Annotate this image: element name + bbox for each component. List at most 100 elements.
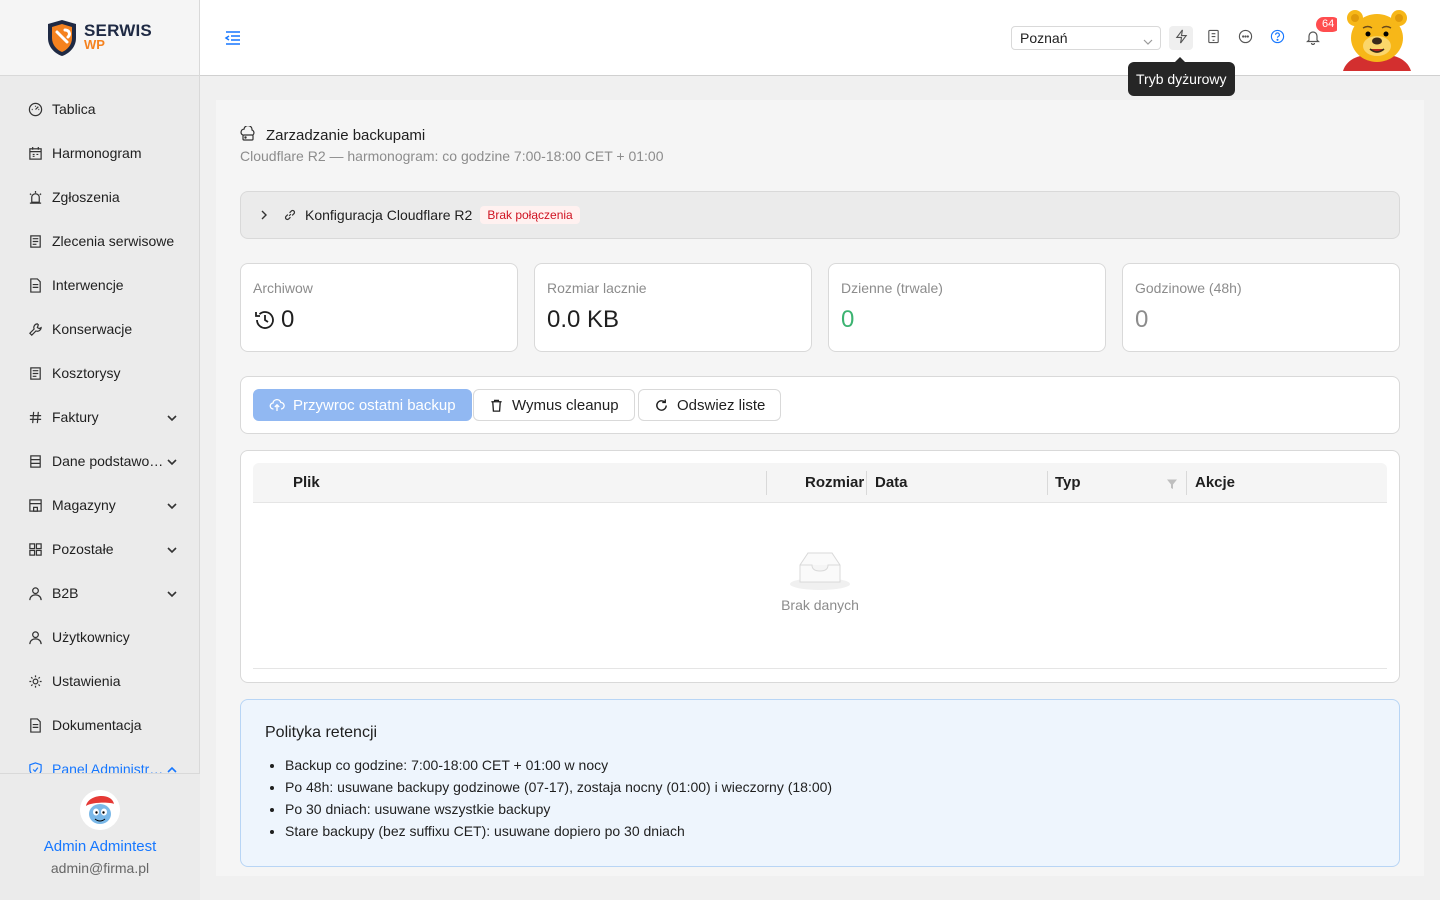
chevron-down-icon[interactable] [166,455,178,467]
link-icon [283,208,297,222]
sidebar-item-label: Zlecenia serwisowe [52,233,175,249]
sidebar-item-faktury[interactable]: Faktury [0,395,200,439]
sidebar-item-label: Dane podstawowe [52,453,166,469]
logo-text-main: SERWIS [84,20,152,40]
stat-label: Rozmiar lacznie [547,280,647,296]
sidebar-item-label: B2B [52,585,79,601]
force-cleanup-button[interactable]: Wymus cleanup [473,389,635,421]
stat-label: Godzinowe (48h) [1135,280,1242,296]
restore-backup-button[interactable]: Przywroc ostatni backup [253,389,472,421]
chevron-down-icon[interactable] [166,499,178,511]
chat-icon [1238,29,1253,47]
sidebar-item-harmonogram[interactable]: Harmonogram [0,131,200,175]
sidebar-item-dane-podstawowe[interactable]: Dane podstawowe [0,439,200,483]
sidebar-item-interwencje[interactable]: Interwencje [0,263,200,307]
column-header-size[interactable]: Rozmiar [805,463,864,503]
duty-mode-button[interactable] [1169,26,1193,50]
config-panel-label: Konfiguracja Cloudflare R2 [305,207,473,223]
sidebar-item-label: Zgłoszenia [52,189,120,205]
stat-card-archives: Archiwow 0 [240,263,518,352]
sidebar-item-zlecenia[interactable]: Zlecenia serwisowe [0,219,200,263]
logo-text-sub: WP [84,36,105,52]
stat-value: 0 [1135,306,1149,333]
avatar[interactable] [80,790,120,830]
retention-policy-box: Polityka retencji Backup co godzine: 7:0… [240,699,1400,867]
sidebar-item-dokumentacja[interactable]: Dokumentacja [0,703,200,747]
lightning-icon [1174,29,1189,47]
retention-policy-list: Backup co godzine: 7:00-18:00 CET + 01:0… [265,754,1375,842]
alarm-icon [27,189,43,205]
sidebar-item-uzytkownicy[interactable]: Użytkownicy [0,615,200,659]
calendar-icon [27,145,43,161]
refresh-list-label: Odswiez liste [677,396,766,414]
chevron-down-icon[interactable] [166,411,178,423]
sidebar-item-label: Pozostałe [52,541,114,557]
stat-label: Archiwow [253,280,313,296]
logo[interactable]: SERWIS WP [0,0,199,76]
menu-fold-icon[interactable] [224,29,242,47]
stat-value: 0.0 KB [547,306,620,333]
backups-table: Plik Rozmiar Data Typ Akcje Brak danych [240,450,1400,683]
filter-icon[interactable] [1166,477,1178,493]
cloud-upload-icon [269,397,285,413]
chevron-right-icon[interactable] [259,207,269,223]
grid-icon [27,541,43,557]
chevron-up-icon[interactable] [166,763,178,773]
column-header-type[interactable]: Typ [1055,463,1081,503]
backup-toolbar: Przywroc ostatni backup Wymus cleanup Od… [240,376,1400,434]
hash-icon [27,409,43,425]
help-button[interactable] [1265,26,1289,50]
shield-icon [27,761,43,773]
column-header-file[interactable]: Plik [293,463,320,503]
sidebar-item-label: Interwencje [52,277,124,293]
sidebar-item-zgloszenia[interactable]: Zgłoszenia [0,175,200,219]
list-item: Backup co godzine: 7:00-18:00 CET + 01:0… [285,754,1375,776]
column-divider [1186,471,1187,495]
refresh-list-button[interactable]: Odswiez liste [638,389,782,421]
stat-card-hourly: Godzinowe (48h) 0 [1122,263,1400,352]
chevron-down-icon[interactable] [166,587,178,599]
sidebar-item-ustawienia[interactable]: Ustawienia [0,659,200,703]
chevron-down-icon [1142,32,1154,45]
sidebar-item-magazyny[interactable]: Magazyny [0,483,200,527]
tablet-icon [1206,29,1221,47]
sidebar-item-b2b[interactable]: B2B [0,571,200,615]
sidebar-item-label: Tablica [52,101,96,117]
city-select[interactable]: Poznań [1011,26,1161,50]
sidebar-item-konserwacje[interactable]: Konserwacje [0,307,200,351]
column-divider [866,471,867,495]
user-email: admin@firma.pl [50,860,150,876]
sidebar-item-tablica[interactable]: Tablica [0,87,200,131]
page-subtitle: Cloudflare R2 — harmonogram: co godzine … [240,148,664,164]
sidebar-item-pozostale[interactable]: Pozostałe [0,527,200,571]
clipboard-icon [27,365,43,381]
sidebar-item-kosztorysy[interactable]: Kosztorysy [0,351,200,395]
sidebar-item-label: Harmonogram [52,145,142,161]
gear-icon [27,673,43,689]
list-item: Po 30 dniach: usuwane wszystkie backupy [285,798,1375,820]
tablet-button[interactable] [1201,26,1225,50]
empty-text: Brak danych [781,597,859,613]
restore-backup-label: Przywroc ostatni backup [293,396,456,414]
wrench-icon [27,321,43,337]
reload-icon [654,398,669,413]
sidebar-item-panel-administratora[interactable]: Panel Administratora [0,747,200,773]
dashboard-icon [27,101,43,117]
avatar[interactable] [1337,6,1416,71]
sidebar-item-label: Ustawienia [52,673,121,689]
empty-state: Brak danych [253,503,1387,669]
user-profile[interactable]: Admin Admintest admin@firma.pl [0,773,200,900]
list-item: Po 48h: usuwane backupy godzinowe (07-17… [285,776,1375,798]
stat-label: Dzienne (trwale) [841,280,943,296]
cloud-server-icon [240,125,256,145]
trash-icon [489,398,504,413]
page-title: Zarzadzanie backupami [266,127,426,144]
cloudflare-config-panel[interactable]: Konfiguracja Cloudflare R2 Brak połączen… [240,191,1400,239]
force-cleanup-label: Wymus cleanup [512,396,619,414]
chevron-down-icon[interactable] [166,543,178,555]
column-header-date[interactable]: Data [875,463,908,503]
history-icon [253,308,277,332]
chat-button[interactable] [1233,26,1257,50]
duty-mode-tooltip: Tryb dyżurowy [1128,57,1235,96]
sidebar-item-label: Konserwacje [52,321,133,337]
